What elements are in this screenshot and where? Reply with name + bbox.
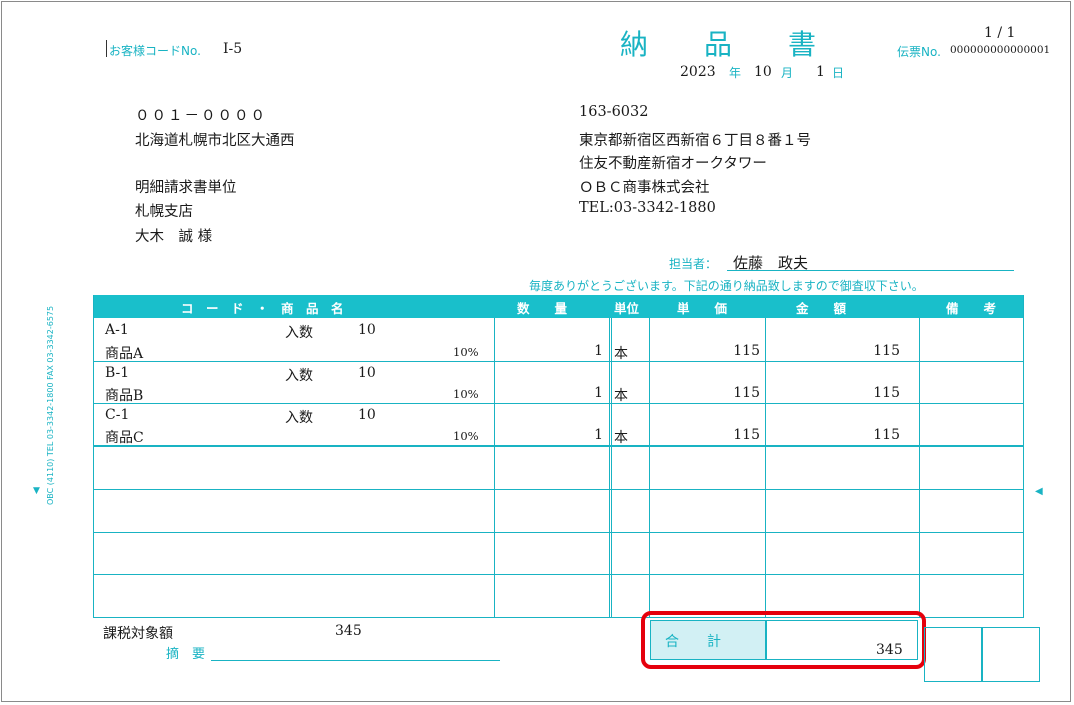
customer-address: 北海道札幌市北区大通西 <box>135 133 295 149</box>
customer-dept: 明細請求書単位 <box>135 180 237 196</box>
header-unit: 単位 <box>614 301 640 316</box>
taxable-value: 345 <box>335 623 362 639</box>
staff-underline <box>727 270 1014 271</box>
sender-company: ＯＢＣ商事株式会社 <box>579 180 710 196</box>
row-b-unit: 本 <box>614 388 628 404</box>
row-b-irisu: 10 <box>358 365 376 381</box>
row-b-price: 115 <box>733 385 760 401</box>
header-code-name: コ ー ド ・ 商 品 名 <box>181 301 344 316</box>
sender-address2: 住友不動産新宿オークタワー <box>579 156 767 172</box>
row-a-tax: 10% <box>453 345 479 359</box>
taxable-label: 課税対象額 <box>103 626 173 642</box>
row-a-qty: 1 <box>594 343 603 359</box>
row-c-irisu: 10 <box>358 407 376 423</box>
row-a-unit: 本 <box>614 346 628 362</box>
customer-postal: ００１－００００ <box>135 108 267 124</box>
header-note: 備 考 <box>946 301 997 316</box>
right-marker-icon: ◀ <box>1035 486 1043 497</box>
sender-address1: 東京都新宿区西新宿６丁目８番１号 <box>579 133 811 149</box>
customer-branch: 札幌支店 <box>135 204 193 220</box>
row-c-price: 115 <box>733 427 760 443</box>
row-c-tax: 10% <box>453 429 479 443</box>
date-month-unit: 月 <box>781 66 794 80</box>
sender-postal: 163-6032 <box>579 104 649 120</box>
row-a-code: A-1 <box>105 322 129 338</box>
left-marker-icon: ▼ <box>33 486 40 496</box>
side-vertical-text: OBC (4110) TEL 03-3342-1800 FAX 03-3342-… <box>46 305 55 505</box>
page-number: 1 / 1 <box>984 25 1016 41</box>
total-highlight <box>641 611 926 669</box>
table-header: コ ー ド ・ 商 品 名 数 量 単位 単 価 金 額 備 考 <box>93 295 1024 318</box>
customer-code-label: お客様コードNo. <box>109 44 201 58</box>
row-c-code: C-1 <box>105 407 130 423</box>
row-a-amount: 115 <box>873 343 900 359</box>
row-c-unit: 本 <box>614 430 628 446</box>
row-c-amount: 115 <box>873 427 900 443</box>
slip-label: 伝票No. <box>897 45 941 59</box>
row-b-irisu-label: 入数 <box>285 368 313 384</box>
date-day-unit: 日 <box>832 66 845 80</box>
thanks-message: 毎度ありがとうございます。下記の通り納品致しますので御査収下さい。 <box>529 279 924 293</box>
row-a-name: 商品A <box>105 346 144 362</box>
stamp-box-2 <box>982 627 1040 682</box>
customer-name: 大木 誠 様 <box>135 229 213 245</box>
row-b-tax: 10% <box>453 387 479 401</box>
slip-number: 000000000000001 <box>950 44 1051 56</box>
row-b-name: 商品B <box>105 388 144 404</box>
header-price: 単 価 <box>677 301 728 316</box>
memo-label: 摘 要 <box>166 647 206 662</box>
document-title: 納 品 書 <box>620 28 817 61</box>
memo-underline <box>211 660 500 661</box>
row-b-amount: 115 <box>873 385 900 401</box>
date-month: 10 <box>754 64 772 80</box>
row-a-irisu: 10 <box>358 322 376 338</box>
items-table: コ ー ド ・ 商 品 名 数 量 単位 単 価 金 額 備 考 A-1 入数 … <box>93 295 1024 618</box>
row-b-code: B-1 <box>105 365 130 381</box>
row-c-name: 商品C <box>105 430 144 446</box>
row-c-irisu-label: 入数 <box>285 410 313 426</box>
date-day: 1 <box>816 64 825 80</box>
text-cursor <box>106 40 107 57</box>
row-b-qty: 1 <box>594 385 603 401</box>
row-a-irisu-label: 入数 <box>285 325 313 341</box>
sender-tel: TEL:03-3342-1880 <box>579 200 716 216</box>
date-year-unit: 年 <box>729 66 742 80</box>
stamp-box-1 <box>924 627 982 682</box>
staff-label: 担当者： <box>669 257 718 271</box>
date-year: 2023 <box>680 64 716 80</box>
customer-code: I-5 <box>223 41 243 57</box>
row-c-qty: 1 <box>594 427 603 443</box>
header-qty: 数 量 <box>517 301 568 316</box>
header-amount: 金 額 <box>796 301 847 316</box>
row-a-price: 115 <box>733 343 760 359</box>
